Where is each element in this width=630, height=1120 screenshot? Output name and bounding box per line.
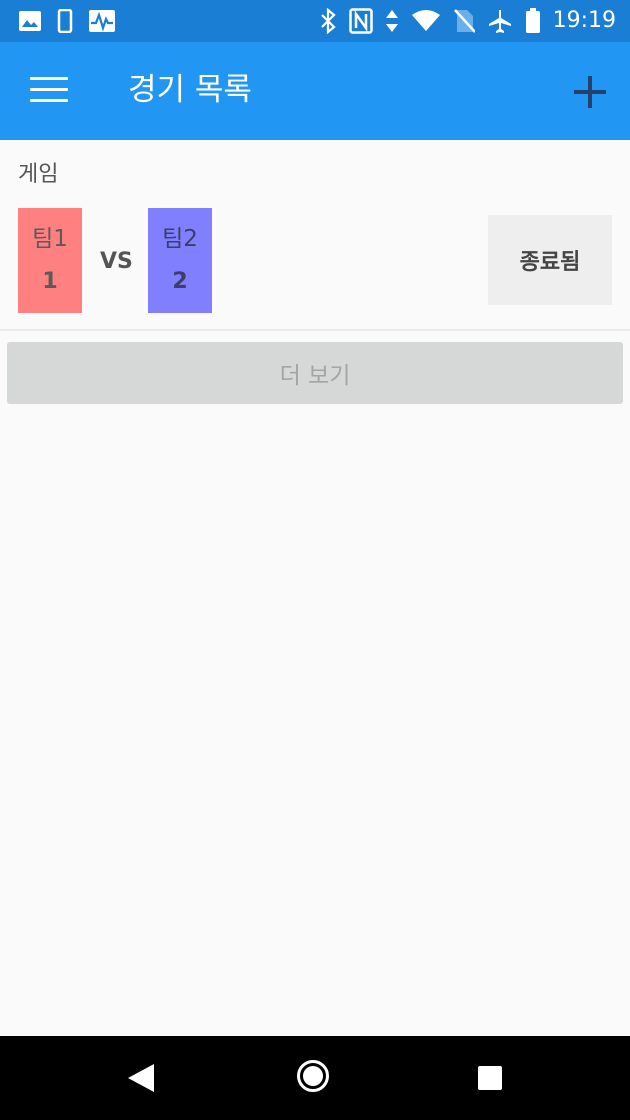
home-icon[interactable] — [297, 1060, 329, 1092]
no-sim-icon — [453, 9, 475, 33]
game-section-label: 게임 — [18, 162, 59, 187]
team2-name: 팀2 — [162, 226, 198, 252]
status-left-icons — [18, 9, 116, 33]
app-bar: 경기 목록 — [0, 42, 630, 140]
team2-card[interactable]: 팀2 2 — [148, 208, 212, 313]
airplane-icon — [488, 10, 511, 33]
status-bar: 19:19 — [0, 0, 630, 42]
team2-score: 2 — [172, 269, 188, 294]
back-icon[interactable] — [126, 1062, 156, 1094]
page-title: 경기 목록 — [128, 72, 252, 108]
activity-icon — [89, 10, 115, 32]
team1-card[interactable]: 팀1 1 — [18, 208, 82, 313]
team1-score: 1 — [42, 269, 58, 294]
data-arrows-icon — [385, 10, 398, 32]
nfc-icon — [348, 8, 373, 34]
recents-icon[interactable] — [478, 1066, 502, 1090]
more-button[interactable]: 더 보기 — [7, 342, 623, 404]
phone-icon — [57, 9, 73, 33]
status-time: 19:19 — [552, 8, 616, 33]
vs-label: VS — [100, 249, 133, 274]
status-right-icons: 19:19 — [319, 8, 616, 34]
team1-name: 팀1 — [32, 226, 68, 252]
battery-icon — [525, 8, 540, 33]
divider — [0, 329, 630, 331]
navigation-bar — [0, 1036, 630, 1120]
bluetooth-icon — [320, 8, 336, 34]
plus-icon[interactable] — [570, 72, 610, 112]
game-status-button[interactable]: 종료됨 — [488, 215, 612, 305]
image-icon — [19, 11, 41, 31]
menu-icon[interactable] — [30, 77, 68, 105]
wifi-icon — [411, 10, 440, 31]
